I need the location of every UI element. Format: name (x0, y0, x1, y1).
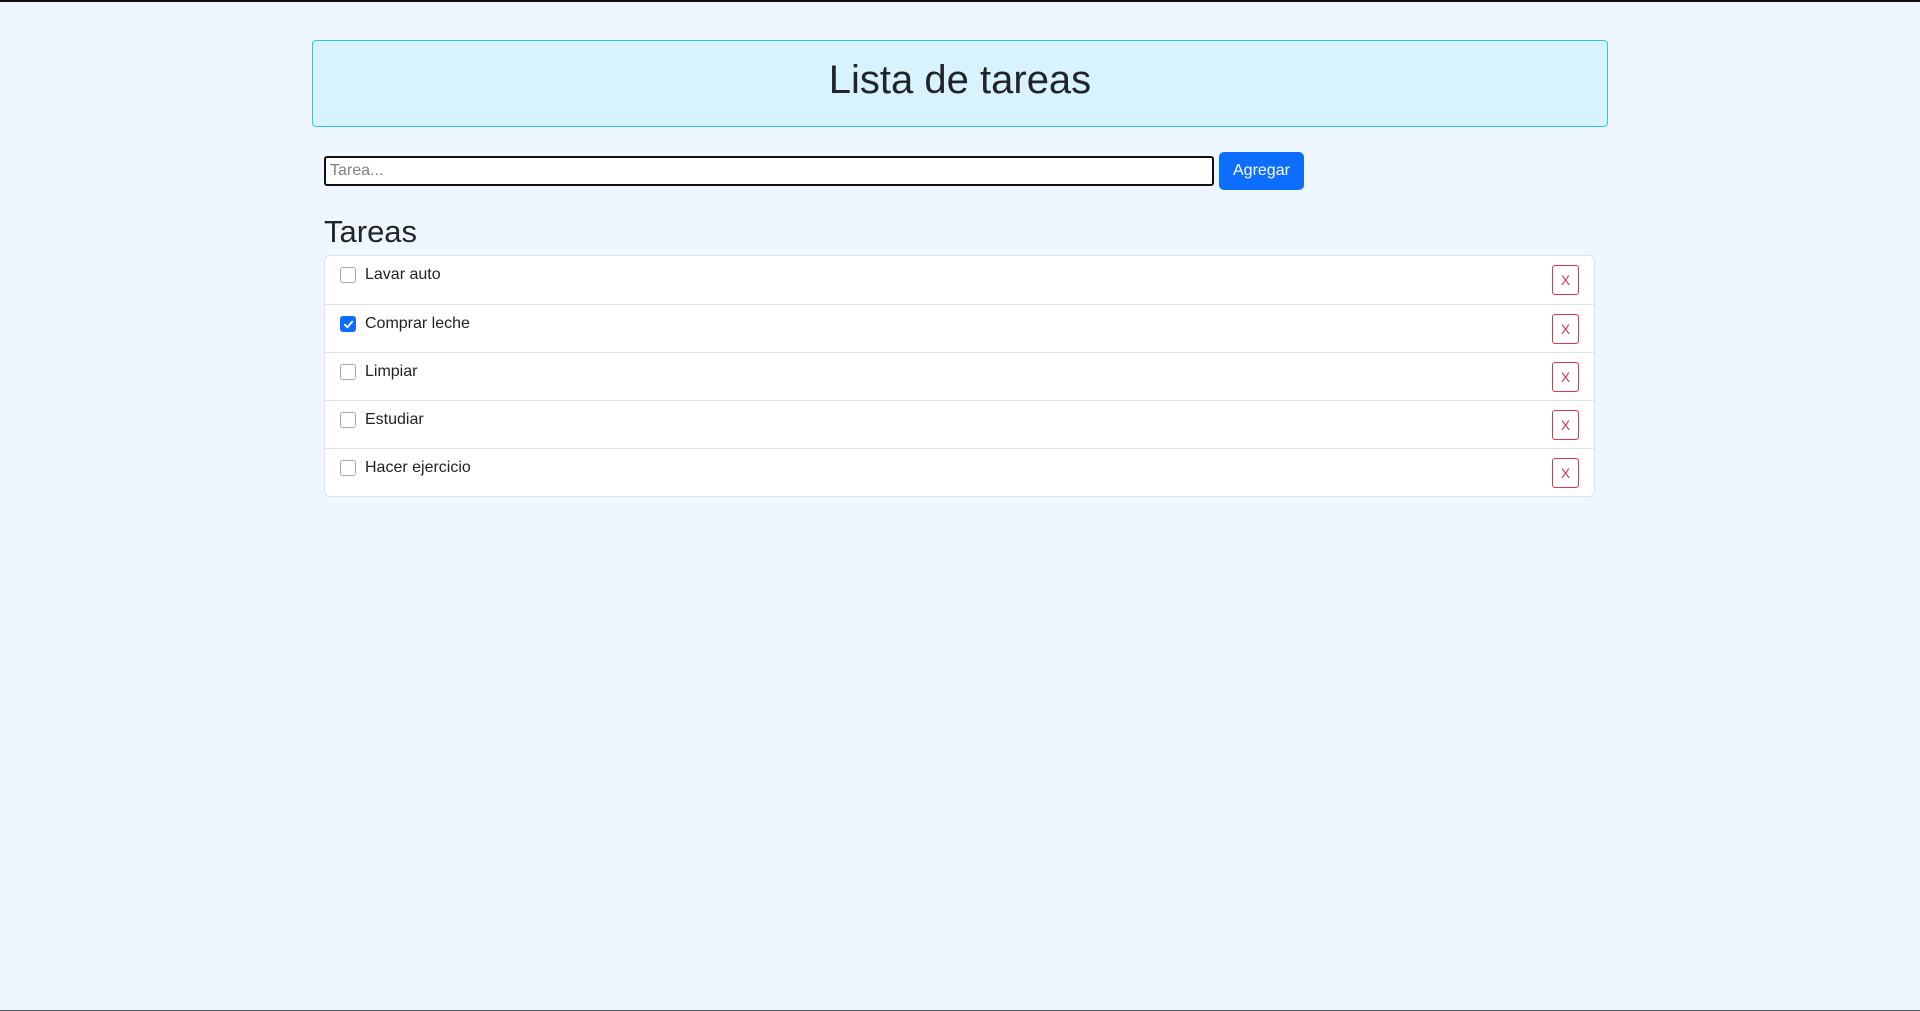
task-item: Limpiar (340, 364, 417, 380)
task-row: Comprar leche X (325, 304, 1594, 352)
delete-task-button[interactable]: X (1552, 265, 1579, 295)
task-checkbox[interactable] (340, 316, 356, 332)
delete-task-button[interactable]: X (1552, 314, 1579, 344)
delete-task-button[interactable]: X (1552, 458, 1579, 488)
task-checkbox[interactable] (340, 364, 356, 380)
check-icon (343, 320, 353, 328)
add-task-button[interactable]: Agregar (1219, 152, 1304, 190)
task-label: Lavar auto (365, 266, 441, 283)
app-container: Lista de tareas Agregar Tareas Lavar aut… (312, 40, 1608, 497)
page-title: Lista de tareas (828, 57, 1092, 102)
task-checkbox[interactable] (340, 267, 356, 283)
task-row: Limpiar X (325, 352, 1594, 400)
task-row: Lavar auto X (325, 256, 1594, 304)
task-item: Hacer ejercicio (340, 460, 471, 476)
task-label: Limpiar (365, 363, 418, 380)
task-input[interactable] (324, 156, 1214, 186)
delete-task-button[interactable]: X (1552, 362, 1579, 392)
task-item: Estudiar (340, 412, 424, 428)
task-checkbox[interactable] (340, 412, 356, 428)
task-row: Hacer ejercicio X (325, 448, 1594, 496)
task-checkbox[interactable] (340, 460, 356, 476)
task-label: Comprar leche (365, 315, 470, 332)
task-label: Estudiar (365, 411, 424, 428)
page: { "header": { "title": "Lista de tareas"… (0, 0, 1920, 1011)
header-banner: Lista de tareas (312, 40, 1608, 127)
task-item: Comprar leche (340, 316, 470, 332)
tasks-heading: Tareas (324, 214, 418, 249)
task-label: Hacer ejercicio (365, 459, 471, 476)
add-task-form: Agregar (324, 152, 1608, 190)
task-row: Estudiar X (325, 400, 1594, 448)
task-list: Lavar auto X Comprar leche X Limpiar X E… (324, 255, 1595, 497)
task-item: Lavar auto (340, 267, 441, 283)
delete-task-button[interactable]: X (1552, 410, 1579, 440)
